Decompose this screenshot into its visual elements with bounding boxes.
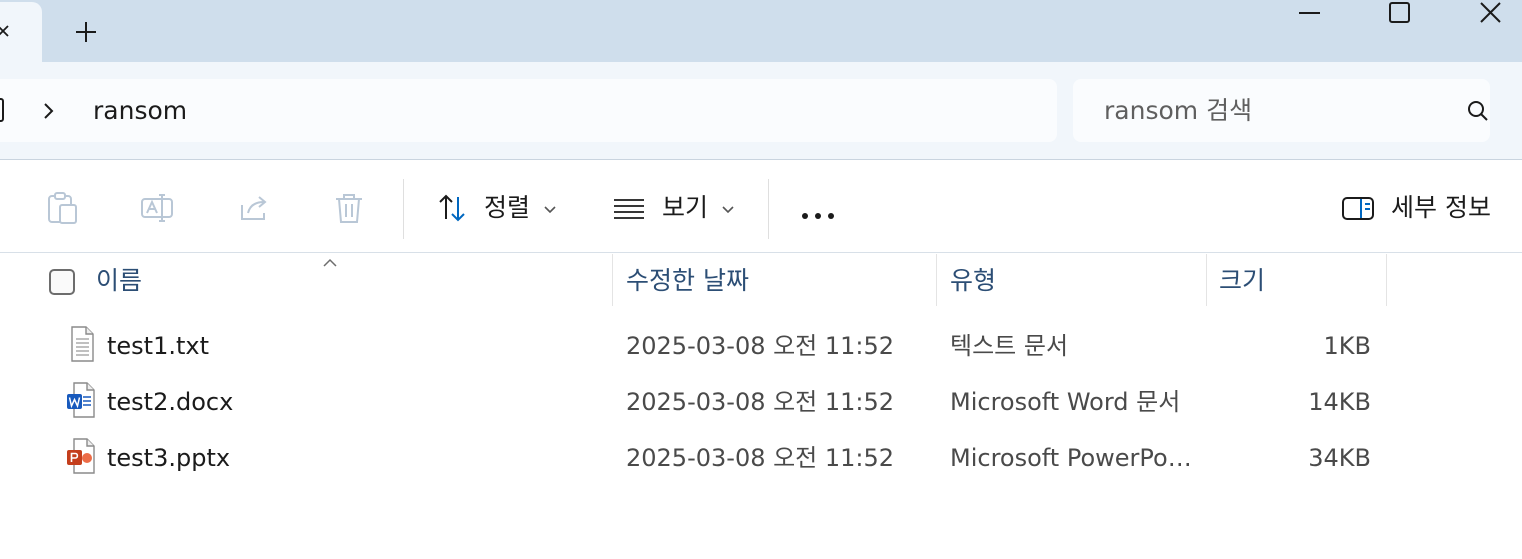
- delete-icon[interactable]: [332, 191, 366, 225]
- rename-icon[interactable]: [140, 191, 174, 225]
- view-button[interactable]: 보기: [662, 191, 708, 225]
- table-row[interactable]: test1.txt 2025-03-08 오전 11:52 텍스트 문서 1KB: [0, 318, 1522, 374]
- search-icon[interactable]: [1466, 99, 1490, 123]
- title-bar: [0, 0, 1522, 62]
- command-bar: 정렬 보기 세부 정보: [0, 161, 1522, 253]
- details-button[interactable]: 세부 정보: [1391, 191, 1491, 225]
- column-header: 이름 수정한 날짜 유형 크기: [0, 254, 1522, 308]
- column-size[interactable]: 크기: [1219, 265, 1265, 297]
- view-icon[interactable]: [612, 191, 646, 225]
- column-modified[interactable]: 수정한 날짜: [626, 265, 749, 297]
- file-modified: 2025-03-08 오전 11:52: [626, 444, 895, 472]
- minimize-icon: [1299, 12, 1320, 14]
- maximize-button[interactable]: [1374, 0, 1424, 26]
- file-type: Microsoft PowerPoint 프레젠테이션: [950, 444, 1195, 472]
- column-type[interactable]: 유형: [950, 265, 996, 297]
- view-chevron-down-icon[interactable]: [721, 201, 735, 214]
- file-name[interactable]: test3.pptx: [107, 442, 230, 474]
- folder-location-icon[interactable]: [0, 98, 4, 122]
- file-modified: 2025-03-08 오전 11:52: [626, 332, 895, 360]
- column-divider[interactable]: [1206, 254, 1207, 306]
- file-size: 1KB: [1323, 332, 1371, 360]
- file-size: 14KB: [1308, 388, 1371, 416]
- toolbar-divider: [768, 179, 769, 239]
- table-row[interactable]: test2.docx 2025-03-08 오전 11:52 Microsoft…: [0, 374, 1522, 430]
- column-divider[interactable]: [612, 254, 613, 306]
- file-size: 34KB: [1308, 444, 1371, 472]
- breadcrumb-chevron-icon[interactable]: [40, 99, 58, 123]
- close-icon: [1480, 2, 1501, 23]
- search-input[interactable]: [1090, 93, 1430, 127]
- details-pane-icon[interactable]: [1341, 191, 1375, 225]
- file-type: Microsoft Word 문서: [950, 388, 1181, 416]
- tab-close-icon[interactable]: [0, 16, 14, 44]
- text-file-icon: [66, 324, 98, 364]
- file-modified: 2025-03-08 오전 11:52: [626, 388, 895, 416]
- select-all-checkbox[interactable]: [49, 269, 75, 295]
- powerpoint-file-icon: [66, 436, 98, 476]
- toolbar-divider: [403, 179, 404, 239]
- column-name[interactable]: 이름: [96, 265, 142, 297]
- sort-icon[interactable]: [436, 191, 470, 225]
- minimize-button[interactable]: [1285, 0, 1335, 26]
- column-divider[interactable]: [936, 254, 937, 306]
- sort-ascending-icon: [321, 254, 339, 267]
- word-file-icon: [66, 380, 98, 420]
- file-name[interactable]: test1.txt: [107, 330, 209, 362]
- sort-chevron-down-icon[interactable]: [543, 201, 557, 214]
- breadcrumb-folder-ransom[interactable]: ransom: [93, 95, 187, 127]
- paste-icon[interactable]: [46, 191, 80, 225]
- table-row[interactable]: test3.pptx 2025-03-08 오전 11:52 Microsoft…: [0, 430, 1522, 486]
- maximize-icon: [1389, 2, 1410, 23]
- more-options-icon[interactable]: [801, 205, 835, 219]
- new-tab-button[interactable]: [70, 16, 102, 48]
- file-name[interactable]: test2.docx: [107, 386, 233, 418]
- file-type: 텍스트 문서: [950, 332, 1069, 360]
- address-row: ransom: [0, 62, 1522, 160]
- sort-button[interactable]: 정렬: [484, 191, 530, 225]
- column-divider[interactable]: [1386, 254, 1387, 306]
- close-window-button[interactable]: [1464, 0, 1514, 26]
- plus-icon: [76, 22, 96, 42]
- share-icon[interactable]: [238, 191, 272, 225]
